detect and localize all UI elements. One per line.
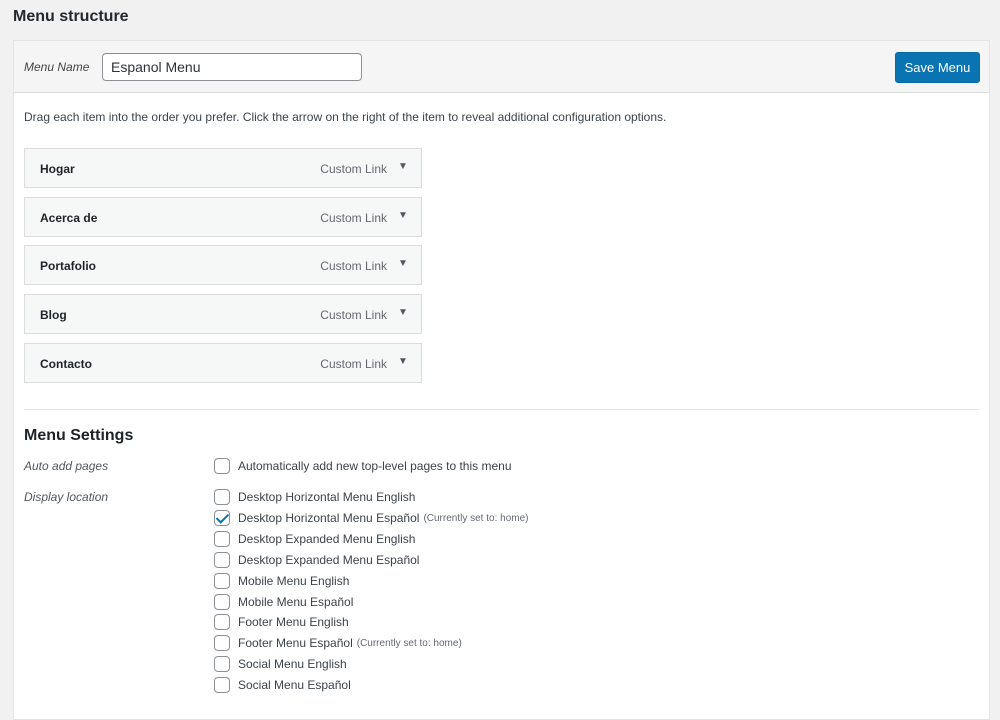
location-checkbox[interactable] [214, 552, 230, 568]
location-current-note: (Currently set to: home) [356, 637, 462, 649]
auto-add-checkbox[interactable] [214, 458, 230, 474]
location-option[interactable]: Social Menu Español [214, 676, 351, 694]
page-title: Menu structure [13, 8, 129, 25]
location-label[interactable]: Desktop Expanded Menu English [238, 532, 415, 546]
expand-arrow-icon[interactable]: ▼ [397, 210, 409, 222]
display-location-label: Display location [24, 490, 109, 504]
location-label[interactable]: Footer Menu English [238, 615, 349, 629]
menu-item-hogar[interactable]: Hogar Custom Link ▼ [24, 148, 422, 188]
location-checkbox[interactable] [214, 594, 230, 610]
menu-item-title: Acerca de [40, 211, 98, 225]
location-checkbox[interactable] [214, 656, 230, 672]
location-checkbox[interactable] [214, 677, 230, 693]
location-label[interactable]: Social Menu Español [238, 678, 351, 692]
expand-arrow-icon[interactable]: ▼ [397, 356, 409, 368]
location-option[interactable]: Social Menu English [214, 655, 347, 673]
location-option[interactable]: Footer Menu Español (Currently set to: h… [214, 634, 462, 652]
expand-arrow-icon[interactable]: ▼ [397, 161, 409, 173]
save-menu-button[interactable]: Save Menu [895, 52, 980, 83]
section-divider [24, 409, 979, 410]
location-option[interactable]: Desktop Expanded Menu English [214, 530, 415, 548]
menu-item-title: Contacto [40, 357, 92, 371]
expand-arrow-icon[interactable]: ▼ [397, 307, 409, 319]
location-label[interactable]: Desktop Horizontal Menu English [238, 490, 415, 504]
location-option[interactable]: Mobile Menu Español [214, 593, 353, 611]
location-label[interactable]: Footer Menu Español [238, 636, 353, 650]
menu-item-title: Blog [40, 308, 67, 322]
location-current-note: (Currently set to: home) [423, 512, 529, 524]
drag-instructions: Drag each item into the order you prefer… [24, 110, 667, 124]
location-label[interactable]: Mobile Menu Español [238, 595, 353, 609]
menu-item-type: Custom Link [320, 259, 387, 273]
location-checkbox[interactable] [214, 614, 230, 630]
menu-item-title: Hogar [40, 162, 75, 176]
auto-add-pages-label: Auto add pages [24, 459, 109, 473]
location-label[interactable]: Desktop Horizontal Menu Español [238, 511, 419, 525]
menu-settings-title: Menu Settings [24, 427, 134, 444]
menu-item-title: Portafolio [40, 259, 96, 273]
menu-item-contacto[interactable]: Contacto Custom Link ▼ [24, 343, 422, 383]
location-checkbox[interactable] [214, 489, 230, 505]
location-option[interactable]: Desktop Horizontal Menu Español (Current… [214, 509, 528, 527]
menu-item-acerca-de[interactable]: Acerca de Custom Link ▼ [24, 197, 422, 237]
location-label[interactable]: Desktop Expanded Menu Español [238, 553, 419, 567]
menu-editor-panel: Menu Name Save Menu Drag each item into … [13, 40, 990, 720]
location-option[interactable]: Footer Menu English [214, 613, 349, 631]
menu-item-blog[interactable]: Blog Custom Link ▼ [24, 294, 422, 334]
menu-name-label: Menu Name [24, 60, 90, 74]
auto-add-option-label[interactable]: Automatically add new top-level pages to… [238, 459, 512, 473]
menu-item-portafolio[interactable]: Portafolio Custom Link ▼ [24, 245, 422, 285]
location-checkbox[interactable] [214, 531, 230, 547]
menu-header-bar: Menu Name Save Menu [14, 41, 989, 93]
location-checkbox[interactable] [214, 510, 230, 526]
location-option[interactable]: Desktop Expanded Menu Español [214, 551, 419, 569]
menu-item-type: Custom Link [320, 357, 387, 371]
menu-item-type: Custom Link [320, 308, 387, 322]
location-checkbox[interactable] [214, 573, 230, 589]
location-option[interactable]: Desktop Horizontal Menu English [214, 488, 415, 506]
location-option[interactable]: Mobile Menu English [214, 572, 349, 590]
expand-arrow-icon[interactable]: ▼ [397, 258, 409, 270]
location-label[interactable]: Mobile Menu English [238, 574, 349, 588]
location-checkbox[interactable] [214, 635, 230, 651]
menu-item-type: Custom Link [320, 162, 387, 176]
menu-name-input[interactable] [102, 53, 362, 81]
menu-item-type: Custom Link [320, 211, 387, 225]
auto-add-option[interactable]: Automatically add new top-level pages to… [214, 457, 512, 475]
location-label[interactable]: Social Menu English [238, 657, 347, 671]
